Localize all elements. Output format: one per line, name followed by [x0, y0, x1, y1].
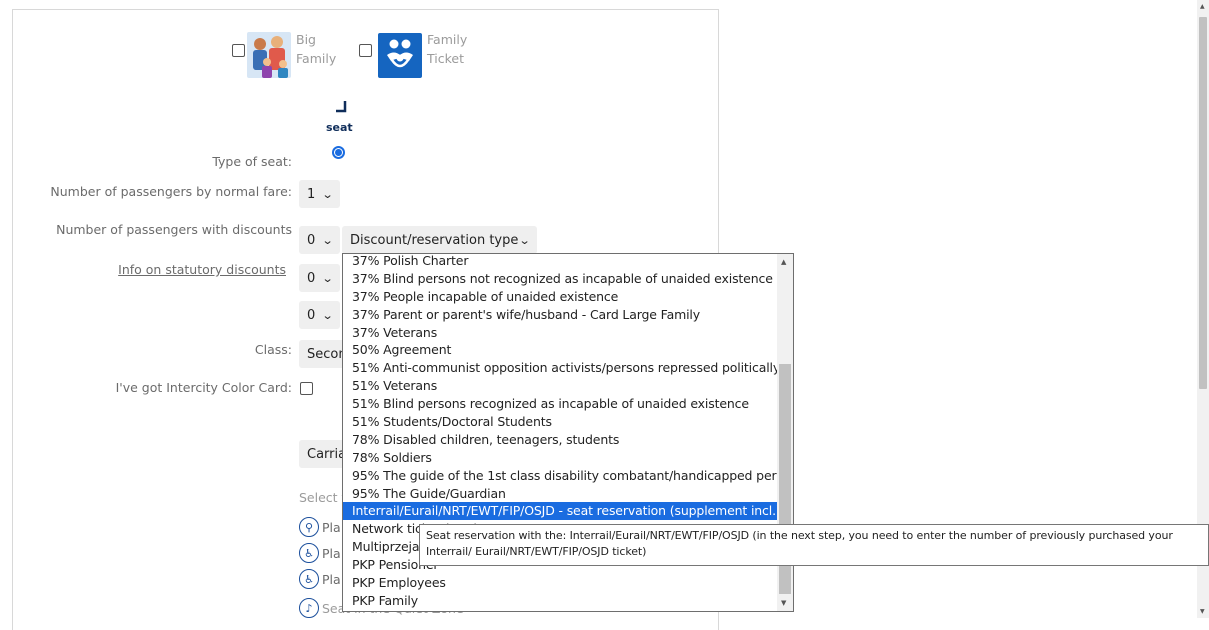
dropdown-option[interactable]: 51% Veterans — [343, 377, 777, 395]
dropdown-option[interactable]: 51% Students/Doctoral Students — [343, 413, 777, 431]
quiet-zone-icon: ♪ — [299, 598, 319, 618]
scroll-down-arrow-icon[interactable]: ▼ — [781, 599, 786, 607]
discount-count-3-value: 0 — [307, 307, 316, 323]
intercity-card-label: I've got Intercity Color Card: — [115, 380, 292, 395]
chevron-down-icon: ⌄ — [518, 233, 531, 247]
dropdown-option[interactable]: 50% Agreement — [343, 341, 777, 359]
discount-count-select-1[interactable]: 0 ⌄ — [299, 226, 340, 254]
family-ticket-label: Family Ticket — [427, 30, 467, 68]
discount-count-select-2[interactable]: 0 ⌄ — [299, 264, 340, 292]
normal-fare-select[interactable]: 1 ⌄ — [299, 180, 340, 208]
family-ticket-line1: Family — [427, 32, 468, 47]
dropdown-option[interactable]: 37% Veterans — [343, 324, 777, 342]
place-option-bike[interactable]: ⚲ Pla — [299, 517, 341, 537]
type-of-seat-label: Type of seat: — [212, 154, 292, 169]
chevron-down-icon: ⌄ — [321, 187, 334, 201]
dropdown-option[interactable]: PKP Family — [343, 592, 777, 610]
family-ticket-icon — [378, 33, 422, 78]
dropdown-option[interactable]: 95% The guide of the 1st class disabilit… — [343, 467, 777, 485]
class-value: Secon — [307, 346, 347, 362]
discount-count-select-3[interactable]: 0 ⌄ — [299, 301, 340, 329]
place-option-wheelchair[interactable]: ♿ Pla — [299, 543, 341, 563]
page-scroll-up-icon[interactable]: ▲ — [1200, 3, 1205, 10]
normal-fare-label: Number of passengers by normal fare: — [50, 184, 292, 199]
big-family-line1: Big — [296, 32, 316, 47]
intercity-card-checkbox[interactable] — [300, 382, 313, 395]
dropdown-option[interactable]: 78% Soldiers — [343, 449, 777, 467]
wheelchair-icon: ♿ — [299, 543, 319, 563]
place-option-1-label: Pla — [322, 519, 341, 535]
chevron-down-icon: ⌄ — [321, 271, 334, 285]
big-family-label: Big Family — [296, 30, 336, 68]
seat-type-radio[interactable] — [332, 146, 345, 159]
select-instruction: Select t — [299, 490, 347, 505]
place-option-3-label: Pla — [322, 571, 341, 587]
discount-count-2-value: 0 — [307, 270, 316, 286]
seat-type-radio-dot — [335, 149, 342, 156]
carriage-value: Carria — [307, 446, 347, 462]
discount-type-select[interactable]: Discount/reservation type ⌄ — [342, 226, 537, 254]
big-family-line2: Family — [296, 51, 337, 66]
chevron-down-icon: ⌄ — [321, 308, 334, 322]
discounts-label: Number of passengers with discounts — [56, 222, 292, 237]
seat-icon — [334, 100, 348, 120]
chevron-down-icon: ⌄ — [321, 233, 334, 247]
class-label: Class: — [254, 342, 292, 357]
scroll-up-arrow-icon[interactable]: ▲ — [781, 258, 786, 266]
place-option-2-label: Pla — [322, 545, 341, 561]
dropdown-option[interactable]: 51% Blind persons recognized as incapabl… — [343, 395, 777, 413]
dropdown-option[interactable]: 37% Parent or parent's wife/husband - Ca… — [343, 306, 777, 324]
dropdown-option[interactable]: PKP Employees — [343, 574, 777, 592]
dropdown-option[interactable]: 51% Anti-communist opposition activists/… — [343, 359, 777, 377]
family-ticket-checkbox[interactable] — [359, 44, 372, 57]
wheelchair-bike-icon: ♿ — [299, 569, 319, 589]
page-scrollbar-thumb[interactable] — [1199, 17, 1207, 389]
place-option-wheelchair-bike[interactable]: ♿ Pla — [299, 569, 341, 589]
bicycle-icon: ⚲ — [299, 517, 319, 537]
option-tooltip: Seat reservation with the: Interrail/Eur… — [419, 524, 1209, 566]
dropdown-option[interactable]: 37% Polish Charter — [343, 254, 777, 270]
dropdown-option[interactable]: 37% People incapable of unaided existenc… — [343, 288, 777, 306]
dropdown-option[interactable]: Interrail/Eurail/NRT/EWT/FIP/OSJD - seat… — [343, 502, 777, 521]
family-ticket-line2: Ticket — [427, 51, 464, 66]
dropdown-option[interactable]: 95% The Guide/Guardian — [343, 485, 777, 503]
page-scroll-down-icon[interactable]: ▼ — [1200, 608, 1205, 615]
big-family-checkbox[interactable] — [232, 44, 245, 57]
normal-fare-value: 1 — [307, 186, 316, 202]
discount-count-1-value: 0 — [307, 232, 316, 248]
discount-type-value: Discount/reservation type — [350, 232, 519, 248]
statutory-discounts-link[interactable]: Info on statutory discounts — [118, 262, 286, 277]
dropdown-option[interactable]: 78% Disabled children, teenagers, studen… — [343, 431, 777, 449]
big-family-icon — [247, 32, 291, 78]
dropdown-option[interactable]: 37% Blind persons not recognized as inca… — [343, 270, 777, 288]
seat-icon-label: seat — [326, 121, 353, 134]
